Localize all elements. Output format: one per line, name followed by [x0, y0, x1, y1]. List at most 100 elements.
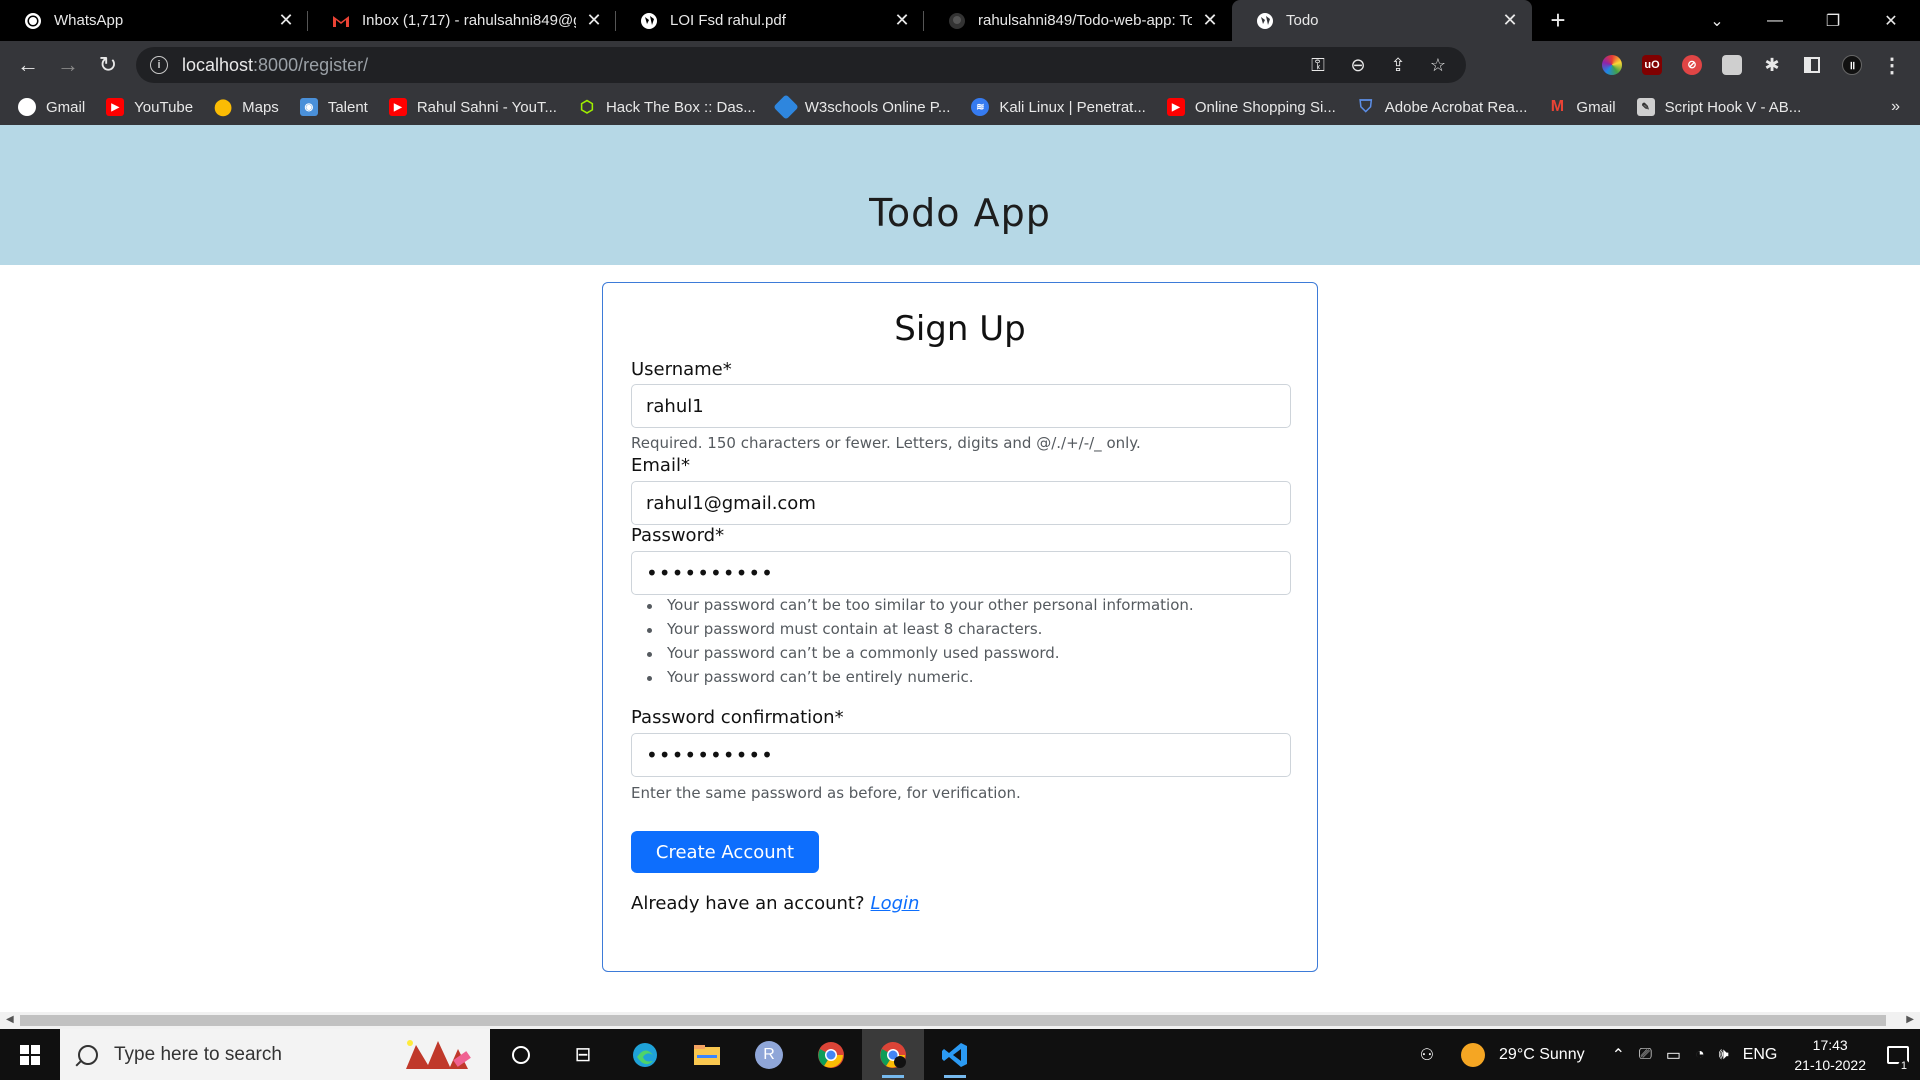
- bookmark-hackthebox[interactable]: ⬡ Hack The Box :: Das...: [578, 98, 756, 117]
- bookmark-label: Online Shopping Si...: [1194, 98, 1336, 116]
- battery-icon[interactable]: ▭: [1666, 1045, 1681, 1065]
- menu-icon[interactable]: ⋮: [1872, 45, 1912, 85]
- bookmark-label: Maps: [242, 98, 279, 116]
- globe-icon: [18, 98, 36, 116]
- cortana-icon[interactable]: [490, 1029, 552, 1080]
- bookmarks-bar: Gmail ▶ YouTube ⬤ Maps ◉ Talent ▶ Rahul Sahn…: [0, 89, 1920, 125]
- chrome-icon[interactable]: [800, 1029, 862, 1080]
- extension-gray-icon[interactable]: [1712, 45, 1752, 85]
- create-account-button[interactable]: Create Account: [631, 831, 819, 873]
- close-icon[interactable]: ✕: [892, 10, 912, 31]
- bookmark-w3schools[interactable]: W3schools Online P...: [773, 94, 951, 120]
- tab-gmail-inbox[interactable]: Inbox (1,717) - rahulsahni849@g ✕: [308, 0, 616, 41]
- youtube-icon: ▶: [106, 98, 125, 116]
- close-window-button[interactable]: ✕: [1862, 0, 1920, 41]
- tab-loi-pdf[interactable]: LOI Fsd rahul.pdf ✕: [616, 0, 924, 41]
- reload-button[interactable]: ↻: [88, 45, 128, 85]
- back-button[interactable]: ←: [8, 45, 48, 85]
- weather-text[interactable]: 29°C Sunny: [1499, 1046, 1585, 1064]
- meet-now-icon[interactable]: ⎚: [1639, 1046, 1652, 1064]
- edge-icon[interactable]: [614, 1029, 676, 1080]
- notification-center-icon[interactable]: 1: [1876, 1029, 1920, 1080]
- forward-button[interactable]: →: [48, 45, 88, 85]
- close-icon[interactable]: ✕: [584, 10, 604, 31]
- close-icon[interactable]: ✕: [1200, 10, 1220, 31]
- color-extension-icon[interactable]: [1592, 45, 1632, 85]
- tab-github-repo[interactable]: rahulsahni849/Todo-web-app: To ✕: [924, 0, 1232, 41]
- bookmark-adobe[interactable]: ⛉ Adobe Acrobat Rea...: [1357, 97, 1528, 116]
- volume-icon[interactable]: 🕪: [1719, 1046, 1729, 1064]
- taskbar-search[interactable]: Type here to search: [60, 1029, 490, 1080]
- weather-sun-icon: [1461, 1042, 1486, 1067]
- bookmark-gmail-2[interactable]: M Gmail: [1548, 98, 1616, 116]
- ublock-icon[interactable]: uO: [1632, 45, 1672, 85]
- chrome-profile-icon[interactable]: [862, 1029, 924, 1080]
- globe-icon: [1256, 12, 1274, 30]
- shield-icon: ⛉: [1359, 97, 1373, 116]
- more-bookmarks-icon[interactable]: »: [1891, 89, 1900, 125]
- bookmark-kali[interactable]: ≋ Kali Linux | Penetrat...: [971, 98, 1146, 116]
- htb-icon: ⬡: [579, 99, 594, 116]
- vscode-icon[interactable]: [924, 1029, 986, 1080]
- task-view-icon[interactable]: ⊟: [552, 1029, 614, 1080]
- bookmark-maps[interactable]: ⬤ Maps: [214, 98, 279, 117]
- w3schools-icon: [773, 94, 799, 120]
- r-app-icon[interactable]: R: [738, 1029, 800, 1080]
- youtube-icon: ▶: [1166, 98, 1185, 116]
- share-icon[interactable]: ⇪: [1378, 55, 1418, 76]
- site-info-icon[interactable]: i: [150, 56, 168, 74]
- new-tab-button[interactable]: +: [1538, 0, 1578, 41]
- scroll-right-icon[interactable]: ▶: [1906, 1014, 1914, 1025]
- password-help-item: Your password can’t be entirely numeric.: [631, 668, 1194, 692]
- bookmark-rahul-youtube[interactable]: ▶ Rahul Sahni - YouT...: [388, 98, 557, 116]
- kali-icon: ≋: [971, 98, 990, 116]
- puzzle-icon[interactable]: ✱: [1752, 45, 1792, 85]
- bookmark-script-hook[interactable]: ✎ Script Hook V - AB...: [1636, 98, 1802, 116]
- horizontal-scrollbar[interactable]: ◀ ▶: [0, 1012, 1920, 1029]
- file-explorer-icon[interactable]: [676, 1029, 738, 1080]
- key-icon[interactable]: ⚿: [1298, 55, 1338, 76]
- wifi-icon[interactable]: ◔: [1695, 1046, 1705, 1064]
- start-button[interactable]: [0, 1029, 60, 1080]
- star-icon[interactable]: ☆: [1418, 55, 1458, 76]
- tab-todo[interactable]: Todo ✕: [1232, 0, 1532, 41]
- scroll-left-icon[interactable]: ◀: [6, 1014, 14, 1025]
- email-label: Email*: [631, 455, 690, 476]
- bookmark-online-shopping[interactable]: ▶ Online Shopping Si...: [1166, 98, 1336, 116]
- bookmark-gmail[interactable]: Gmail: [18, 98, 85, 116]
- address-bar[interactable]: i localhost:8000/register/ ⚿ ⊖ ⇪ ☆: [136, 47, 1466, 83]
- talent-icon: ◉: [299, 98, 318, 116]
- bookmark-label: Script Hook V - AB...: [1664, 98, 1802, 116]
- close-icon[interactable]: ✕: [1500, 10, 1520, 31]
- restore-button[interactable]: ❐: [1804, 0, 1862, 41]
- username-input[interactable]: rahul1: [631, 384, 1291, 428]
- bookmark-youtube[interactable]: ▶ YouTube: [106, 98, 193, 116]
- tab-search-icon[interactable]: ⌄: [1688, 0, 1746, 41]
- people-icon[interactable]: ⚇: [1420, 1045, 1434, 1065]
- password-input[interactable]: ••••••••••: [631, 551, 1291, 595]
- search-highlight-icon: [398, 1035, 476, 1075]
- extension-red-icon[interactable]: ⊘: [1672, 45, 1712, 85]
- password-confirmation-input[interactable]: ••••••••••: [631, 733, 1291, 777]
- bookmark-label: Adobe Acrobat Rea...: [1384, 98, 1528, 116]
- scrollbar-thumb[interactable]: [20, 1015, 1886, 1026]
- bookmark-label: YouTube: [134, 98, 194, 116]
- zoom-icon[interactable]: ⊖: [1338, 55, 1378, 76]
- email-input[interactable]: rahul1@gmail.com: [631, 481, 1291, 525]
- bookmark-label: Talent: [327, 98, 368, 116]
- tab-title: LOI Fsd rahul.pdf: [670, 12, 786, 29]
- profile-avatar[interactable]: ॥: [1832, 45, 1872, 85]
- bookmark-label: Kali Linux | Penetrat...: [999, 98, 1146, 116]
- clock[interactable]: 17:43 21-10-2022: [1794, 1035, 1866, 1075]
- side-panel-icon[interactable]: [1792, 45, 1832, 85]
- login-link[interactable]: Login: [871, 893, 920, 914]
- extensions-bar: uO ⊘ ✱ ॥ ⋮: [1592, 45, 1912, 85]
- bookmark-label: W3schools Online P...: [804, 98, 951, 116]
- clock-date: 21-10-2022: [1794, 1056, 1866, 1073]
- chevron-up-icon[interactable]: ⌃: [1612, 1045, 1625, 1065]
- close-icon[interactable]: ✕: [276, 10, 296, 31]
- language-indicator[interactable]: ENG: [1743, 1046, 1778, 1064]
- bookmark-talent[interactable]: ◉ Talent: [299, 98, 368, 116]
- tab-whatsapp[interactable]: WhatsApp ✕: [0, 0, 308, 41]
- minimize-button[interactable]: —: [1746, 0, 1804, 41]
